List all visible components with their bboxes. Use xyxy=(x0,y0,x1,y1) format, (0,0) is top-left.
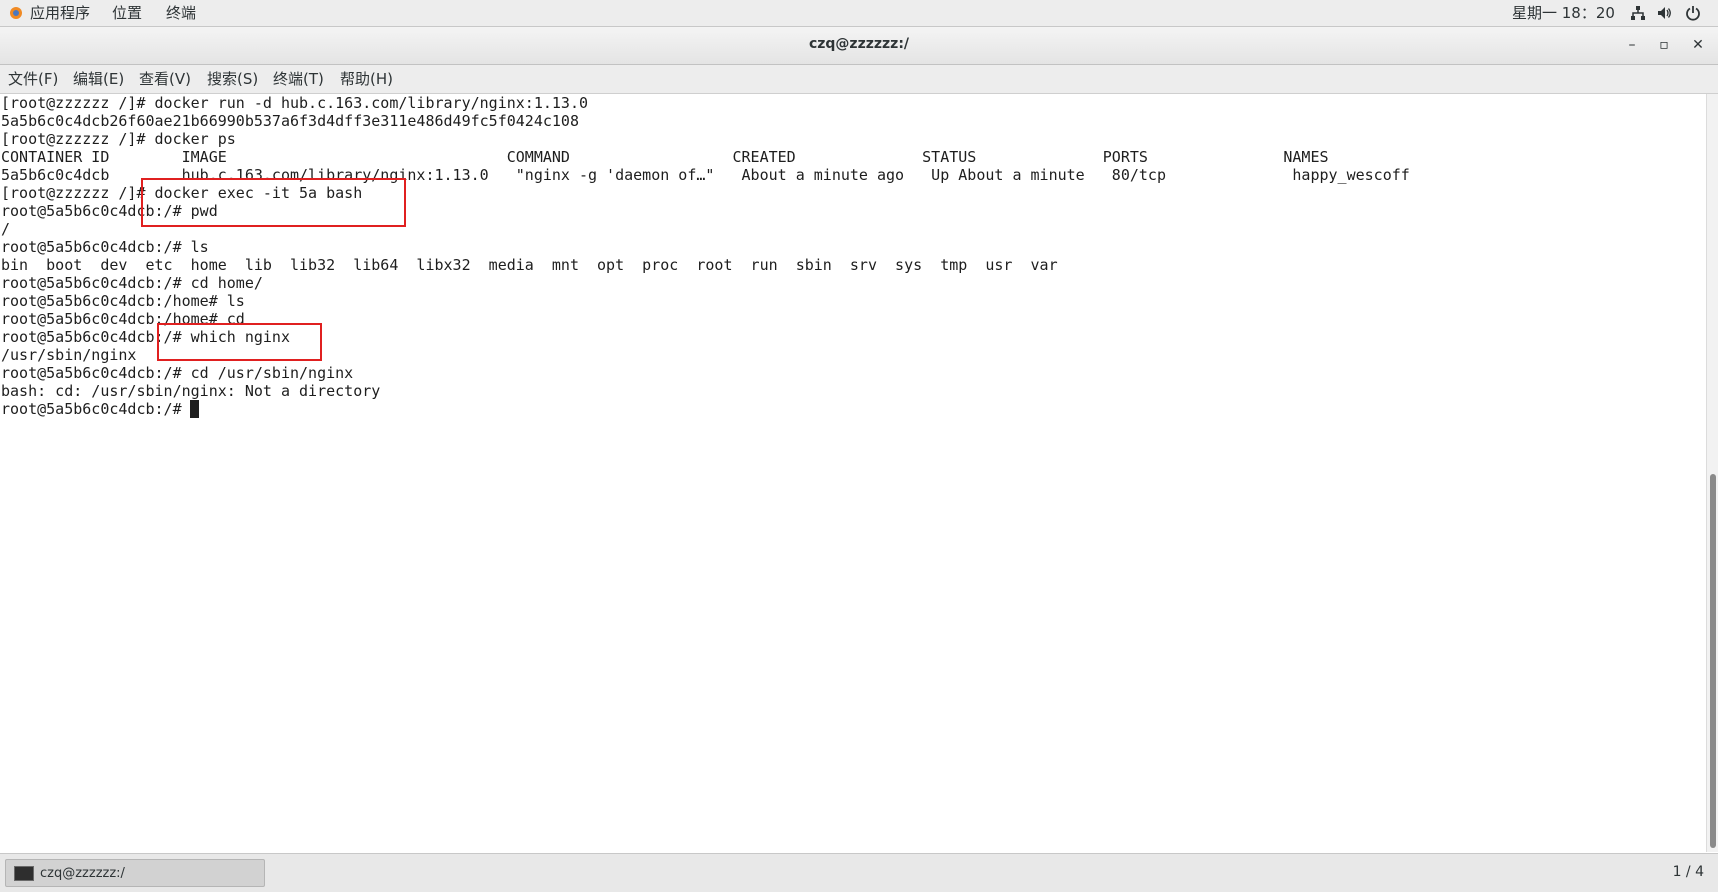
menu-file[interactable]: 文件(F) xyxy=(8,70,58,88)
terminal-app-menu[interactable]: 终端 xyxy=(166,3,196,23)
menu-view[interactable]: 查看(V) xyxy=(139,70,191,88)
terminal-line: [root@zzzzzz /]# docker run -d hub.c.163… xyxy=(1,94,588,112)
terminal-line: bash: cd: /usr/sbin/nginx: Not a directo… xyxy=(1,382,381,400)
terminal-scrollbar[interactable] xyxy=(1706,94,1718,852)
terminal-line: root@5a5b6c0c4dcb:/# xyxy=(1,400,191,418)
taskbar-window-button[interactable]: czq@zzzzzz:/ xyxy=(5,859,265,887)
terminal-output[interactable]: [root@zzzzzz /]# docker run -d hub.c.163… xyxy=(0,94,1706,852)
minimize-button[interactable]: – xyxy=(1620,33,1644,57)
terminal-line: [root@zzzzzz /]# docker ps xyxy=(1,130,236,148)
workspace-indicator[interactable]: 1 / 4 xyxy=(1673,864,1704,880)
taskbar-window-label: czq@zzzzzz:/ xyxy=(40,866,125,881)
terminal-icon xyxy=(14,866,34,881)
terminal-line: /usr/sbin/nginx xyxy=(1,346,137,364)
network-icon[interactable] xyxy=(1630,5,1646,21)
annotation-box-which xyxy=(157,323,322,361)
close-button[interactable]: ✕ xyxy=(1686,33,1710,57)
terminal-line: root@5a5b6c0c4dcb:/# cd /usr/sbin/nginx xyxy=(1,364,354,382)
terminal-line: CONTAINER ID IMAGE COMMAND CREATED STATU… xyxy=(1,148,1329,166)
annotation-box-exec xyxy=(141,178,406,227)
maximize-button[interactable]: ▫ xyxy=(1652,33,1676,57)
terminal-line: 5a5b6c0c4dcb26f60ae21b66990b537a6f3d4dff… xyxy=(1,112,579,130)
places-menu[interactable]: 位置 xyxy=(112,3,142,23)
scrollbar-thumb[interactable] xyxy=(1710,474,1716,848)
terminal-cursor xyxy=(190,400,199,418)
terminal-line: root@5a5b6c0c4dcb:/# ls xyxy=(1,238,209,256)
menu-bar: 文件(F) 编辑(E) 查看(V) 搜索(S) 终端(T) 帮助(H) xyxy=(0,65,1718,94)
menu-search[interactable]: 搜索(S) xyxy=(207,70,258,88)
terminal-line: bin boot dev etc home lib lib32 lib64 li… xyxy=(1,256,1058,274)
window-titlebar[interactable]: czq@zzzzzz:/ – ▫ ✕ xyxy=(0,27,1718,65)
apps-icon[interactable] xyxy=(8,5,24,21)
terminal-line: root@5a5b6c0c4dcb:/# cd home/ xyxy=(1,274,263,292)
menu-terminal[interactable]: 终端(T) xyxy=(273,70,324,88)
terminal-line: / xyxy=(1,220,11,238)
power-icon[interactable] xyxy=(1685,5,1701,21)
top-panel: 应用程序 位置 终端 星期一 18：20 xyxy=(0,0,1718,27)
bottom-taskbar: czq@zzzzzz:/ 1 / 4 xyxy=(0,853,1718,892)
clock[interactable]: 星期一 18：20 xyxy=(1512,3,1615,23)
volume-icon[interactable] xyxy=(1656,5,1672,21)
terminal-line: root@5a5b6c0c4dcb:/home# ls xyxy=(1,292,245,310)
window-title: czq@zzzzzz:/ xyxy=(808,36,910,52)
applications-menu[interactable]: 应用程序 xyxy=(30,3,90,23)
menu-help[interactable]: 帮助(H) xyxy=(340,70,393,88)
menu-edit[interactable]: 编辑(E) xyxy=(73,70,124,88)
